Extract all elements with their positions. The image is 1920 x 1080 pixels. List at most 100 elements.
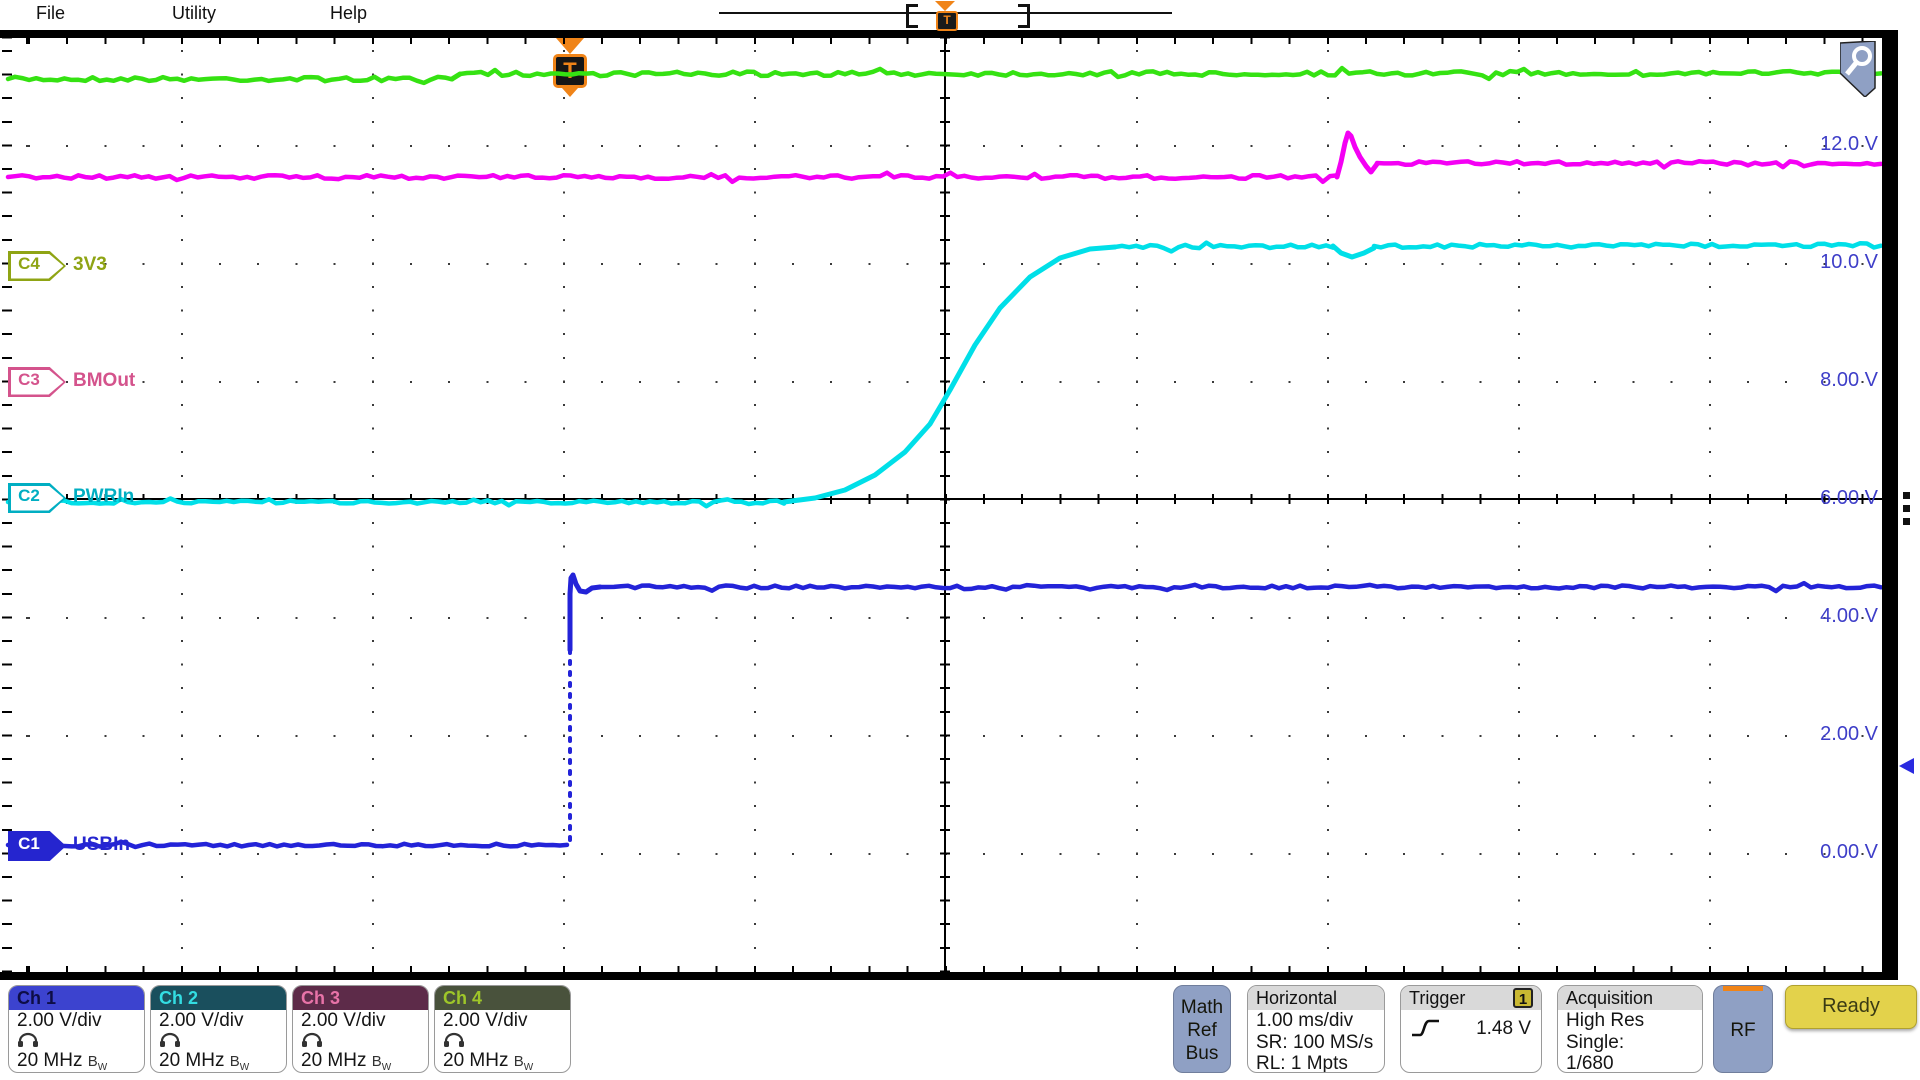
channel-badge-c3[interactable]: C3	[8, 367, 66, 397]
waveform-traces	[0, 0, 1920, 1080]
rf-button-label: RF	[1714, 1020, 1772, 1042]
math-ref-bus-line: Ref	[1174, 1019, 1230, 1042]
right-drawer-handle[interactable]	[1903, 492, 1911, 526]
channel-settings-header: Ch 1	[9, 986, 144, 1010]
record-trigger-triangle-icon[interactable]	[935, 1, 955, 11]
channel-badge-c1[interactable]: C1	[8, 831, 66, 861]
horizontal-readout-line: SR: 100 MS/s	[1248, 1032, 1384, 1054]
menu-bar: File Utility Help	[0, 0, 1920, 30]
trace-bmout	[1337, 133, 1377, 177]
center-vertical-axis-ticks	[940, 38, 950, 972]
record-trigger-marker[interactable]: T	[936, 11, 958, 31]
channel-name-3v3: 3V3	[73, 254, 107, 276]
bandwidth-limit-icon: BW	[230, 1053, 249, 1070]
channel-settings-header: Ch 2	[151, 986, 286, 1010]
top-edge-ticks	[8, 38, 1882, 44]
bandwidth-limit-icon: BW	[514, 1053, 533, 1070]
volt-axis-label: 8.00 V	[1768, 369, 1878, 392]
zoom-corner-widget[interactable]	[1840, 41, 1878, 97]
record-view-left-bracket[interactable]	[906, 4, 918, 28]
vertical-gridline	[563, 38, 565, 972]
channel-badge-label: C4	[8, 251, 50, 281]
record-view-right-bracket[interactable]	[1018, 4, 1030, 28]
headphone-probe-icon	[301, 1032, 323, 1048]
trace-bmout	[1377, 161, 1881, 167]
channel-settings-badge-c1[interactable]: Ch 12.00 V/div 20 MHz BW	[8, 985, 145, 1073]
acquisition-panel-body: High ResSingle:1/680	[1558, 1010, 1702, 1073]
bandwidth-limit-icon: BW	[88, 1053, 107, 1070]
channel-bandwidth-value: 20 MHz BW	[151, 1050, 286, 1074]
trace-3v3	[460, 68, 1881, 79]
vertical-gridline	[1709, 38, 1711, 972]
channel-settings-header: Ch 4	[435, 986, 570, 1010]
acquisition-readout-line: Single:	[1558, 1032, 1702, 1054]
channel-badge-c2[interactable]: C2	[8, 483, 66, 513]
volt-axis-label: 0.00 V	[1768, 841, 1878, 864]
horizontal-panel[interactable]: Horizontal 1.00 ms/divSR: 100 MS/sRL: 1 …	[1247, 985, 1385, 1073]
vertical-gridline	[181, 38, 183, 972]
trace-pwrin	[1115, 243, 1333, 252]
menu-item-help[interactable]: Help	[330, 3, 367, 24]
acquisition-status-badge: Ready	[1785, 985, 1917, 1029]
trigger-panel[interactable]: Trigger 1 1.48 V	[1400, 985, 1542, 1073]
channel-scale-value: 2.00 V/div	[151, 1010, 286, 1032]
trigger-level-value: 1.48 V	[1476, 1018, 1531, 1040]
trigger-panel-title: Trigger 1	[1401, 986, 1541, 1010]
vertical-gridline	[1327, 38, 1329, 972]
probe-coupling-icon-row	[293, 1032, 428, 1050]
volt-axis-label: 2.00 V	[1768, 723, 1878, 746]
trace-usbin	[570, 575, 600, 650]
channel-badge-label: C3	[8, 367, 50, 397]
oscilloscope-screen: File Utility Help T T MathRefBus Horizonta…	[0, 0, 1920, 1080]
bandwidth-limit-icon: BW	[372, 1053, 391, 1070]
channel-settings-header: Ch 3	[293, 986, 428, 1010]
graticule-right-border	[1882, 30, 1898, 980]
volt-axis-label: 10.0 V	[1768, 251, 1878, 274]
headphone-probe-icon	[443, 1032, 465, 1048]
volt-axis-label: 6.00 V	[1768, 487, 1878, 510]
channel-badge-label: C1	[8, 831, 50, 861]
menu-item-utility[interactable]: Utility	[172, 3, 216, 24]
acquisition-panel[interactable]: Acquisition High ResSingle:1/680	[1557, 985, 1703, 1073]
bottom-settings-bar: MathRefBus Horizontal 1.00 ms/divSR: 100…	[0, 985, 1920, 1080]
drawer-dot	[1903, 492, 1910, 499]
trigger-source-badge: 1	[1513, 988, 1533, 1008]
trigger-panel-title-text: Trigger	[1409, 988, 1465, 1008]
channel-bandwidth-value: 20 MHz BW	[9, 1050, 144, 1074]
channel-bandwidth-value: 20 MHz BW	[293, 1050, 428, 1074]
horizontal-readout-line: RL: 1 Mpts	[1248, 1053, 1384, 1073]
math-ref-bus-button[interactable]: MathRefBus	[1173, 985, 1231, 1073]
channel-name-bmout: BMOut	[73, 370, 135, 392]
menu-item-file[interactable]: File	[36, 3, 65, 24]
horizontal-panel-title: Horizontal	[1248, 986, 1384, 1010]
probe-coupling-icon-row	[435, 1032, 570, 1050]
trace-pwrin	[1333, 246, 1374, 257]
channel-settings-badge-c2[interactable]: Ch 22.00 V/div 20 MHz BW	[150, 985, 287, 1073]
rf-button[interactable]: RF	[1713, 985, 1773, 1073]
probe-coupling-icon-row	[151, 1032, 286, 1050]
headphone-probe-icon	[159, 1032, 181, 1048]
math-ref-bus-line: Math	[1174, 996, 1230, 1019]
acquisition-readout-line: 1/680	[1558, 1053, 1702, 1073]
volt-axis-label: 12.0 V	[1768, 133, 1878, 156]
trigger-t-badge[interactable]: T	[553, 54, 587, 88]
rf-orange-marker	[1723, 986, 1763, 991]
trace-3v3	[8, 77, 452, 83]
channel-settings-badge-c3[interactable]: Ch 32.00 V/div 20 MHz BW	[292, 985, 429, 1073]
vertical-gridline	[754, 38, 756, 972]
trigger-level-arrow-icon[interactable]	[1899, 758, 1914, 774]
probe-coupling-icon-row	[9, 1032, 144, 1050]
horizontal-readout-line: 1.00 ms/div	[1248, 1010, 1384, 1032]
drawer-dot	[1903, 518, 1910, 525]
channel-scale-value: 2.00 V/div	[9, 1010, 144, 1032]
channel-scale-value: 2.00 V/div	[293, 1010, 428, 1032]
horizontal-panel-body: 1.00 ms/divSR: 100 MS/sRL: 1 Mpts	[1248, 1010, 1384, 1073]
trace-pwrin	[1374, 243, 1881, 247]
channel-badge-label: C2	[8, 483, 50, 513]
trace-3v3	[452, 74, 460, 79]
trace-usbin	[600, 583, 1881, 591]
vertical-gridline	[372, 38, 374, 972]
channel-settings-badge-c4[interactable]: Ch 42.00 V/div20 MHz BW	[434, 985, 571, 1073]
channel-badge-c4[interactable]: C4	[8, 251, 66, 281]
graticule-bottom-border	[0, 972, 1898, 980]
